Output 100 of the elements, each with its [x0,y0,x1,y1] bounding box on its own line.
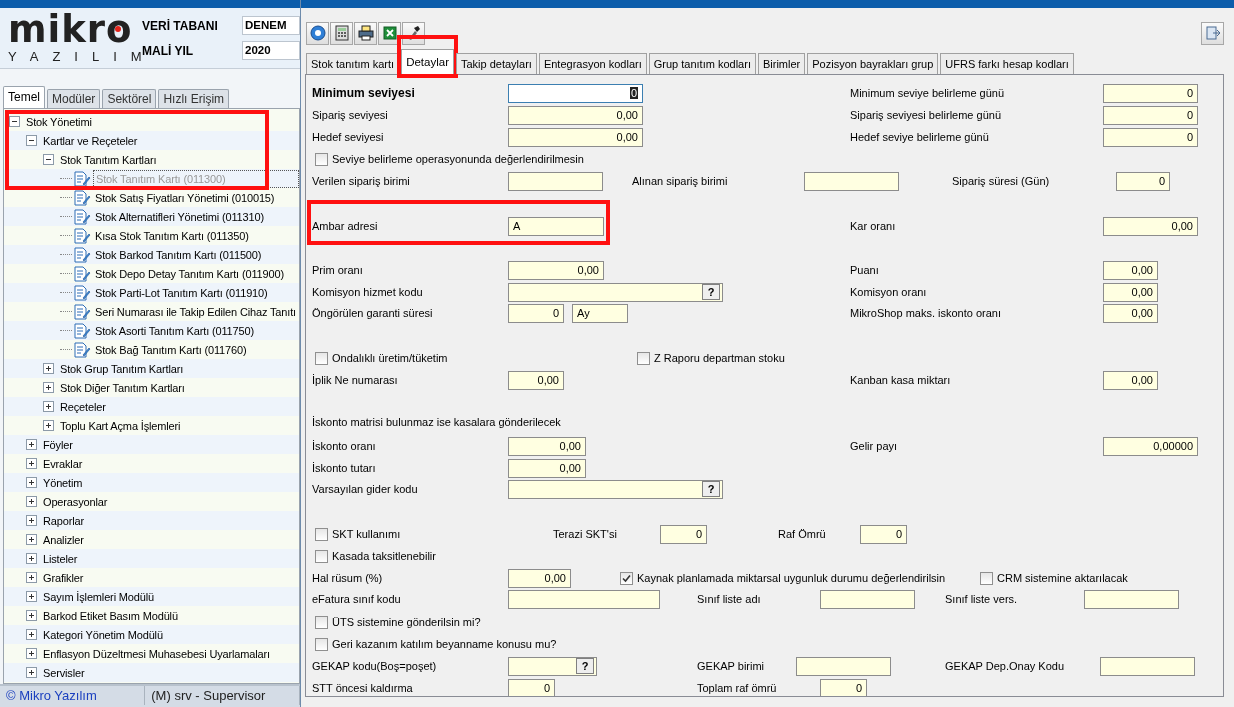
input-field[interactable]: 0 [1116,171,1170,191]
expand-icon[interactable] [26,610,37,621]
tree-item[interactable]: Toplu Kart Açma İşlemleri [58,417,183,434]
checkbox[interactable] [315,549,328,563]
tree-item[interactable]: Stok Bağ Tanıtım Kartı (011760) [93,341,249,358]
input-field[interactable]: 0,00000 [1103,436,1198,456]
input-field[interactable]: 0,00 [1103,370,1158,390]
expand-icon[interactable] [26,515,37,526]
checkbox-label[interactable]: Kaynak planlamada miktarsal uygunluk durumu değerlendirilsin [637,572,946,584]
collapse-icon[interactable] [43,154,54,165]
tree-item[interactable]: Reçeteler [58,398,108,415]
input-field[interactable]: 0,00 [508,370,564,390]
checkbox-label[interactable]: Kasada taksitlenebilir [332,550,436,562]
input-field[interactable]: 0,00 [508,260,604,280]
checkbox[interactable] [315,152,328,166]
input-field[interactable] [508,589,660,609]
year-field[interactable]: 2020 [242,41,300,60]
input-field[interactable] [796,656,891,676]
expand-icon[interactable] [26,458,37,469]
input-field[interactable]: 0 [660,524,707,544]
checkbox[interactable] [315,527,328,541]
expand-icon[interactable] [26,553,37,564]
toolbar-button[interactable] [306,21,329,45]
lookup-field[interactable]: ? [508,656,597,676]
expand-icon[interactable] [26,648,37,659]
input-field[interactable]: 0,00 [508,127,643,147]
lookup-button[interactable]: ? [702,481,720,497]
input-field[interactable]: 0,00 [1103,303,1158,323]
collapse-icon[interactable] [9,116,20,127]
input-field[interactable]: 0 [508,303,564,323]
tree-item[interactable]: Yönetim [41,474,85,491]
checkbox[interactable] [620,571,633,585]
input-field[interactable]: Ay [572,303,628,323]
lookup-field[interactable]: ? [508,479,723,499]
toolbar-button[interactable] [354,21,377,45]
expand-icon[interactable] [26,534,37,545]
tab[interactable]: Grup tanıtım kodları [648,53,756,74]
tab[interactable]: Hızlı Erişim [158,89,230,108]
collapse-icon[interactable] [26,135,37,146]
tree-item[interactable]: Stok Tanıtım Kartları [58,151,159,168]
expand-icon[interactable] [26,667,37,678]
checkbox-label[interactable]: CRM sistemine aktarılacak [997,572,1128,584]
input-field[interactable]: A [508,216,604,236]
tab[interactable]: Stok tanıtım kartı [306,53,400,74]
checkbox[interactable] [980,571,993,585]
expand-icon[interactable] [43,420,54,431]
input-field[interactable]: 0,00 [508,568,571,588]
tree-item[interactable]: Evraklar [41,455,85,472]
tree-item[interactable]: Kısa Stok Tanıtım Kartı (011350) [93,227,251,244]
tree-item[interactable]: Stok Yönetimi [24,113,94,130]
tab[interactable]: Modüler [47,89,101,108]
tree-item[interactable]: Listeler [41,550,80,567]
input-field[interactable]: 0 [508,678,555,696]
lookup-button[interactable]: ? [576,658,594,674]
tab[interactable]: Temel [3,86,45,108]
input-field[interactable]: 0,00 [508,105,643,125]
input-field[interactable] [820,589,915,609]
tree-item[interactable]: Analizler [41,531,86,548]
input-field[interactable]: 0,00 [1103,260,1158,280]
database-field[interactable]: DENEM [242,16,300,35]
expand-icon[interactable] [26,629,37,640]
tree-item[interactable]: Grafikler [41,569,86,586]
checkbox-label[interactable]: SKT kullanımı [332,528,401,540]
tab[interactable]: Birimler [757,53,806,74]
tree-item[interactable]: Föyler [41,436,75,453]
company-link[interactable]: © Mikro Yazılım [0,686,146,705]
input-field[interactable]: 0 [1103,83,1198,103]
checkbox-label[interactable]: Ondalıklı üretim/tüketim [332,352,448,364]
input-field[interactable] [804,171,899,191]
input-field[interactable] [508,171,603,191]
input-field[interactable]: 0 [820,678,867,696]
tree-item[interactable]: Servisler [41,664,87,681]
tab[interactable]: Pozisyon bayrakları grup [807,53,939,74]
expand-icon[interactable] [43,363,54,374]
expand-icon[interactable] [26,439,37,450]
input-field[interactable]: 0,00 [1103,216,1198,236]
input-field[interactable] [1100,656,1195,676]
input-field[interactable]: 0,00 [508,458,586,478]
tab[interactable]: Entegrasyon kodları [538,53,647,74]
tree-item[interactable]: Enflasyon Düzeltmesi Muhasebesi Uyarlamaları [41,645,272,662]
tree-item[interactable]: Raporlar [41,512,86,529]
lookup-field[interactable]: ? [508,282,723,302]
tree-item[interactable]: Stok Satış Fiyatları Yönetimi (010015) [93,189,277,206]
input-field[interactable]: 0 [508,83,643,103]
toolbar-button[interactable] [330,21,353,45]
tab[interactable]: Detaylar [401,49,454,74]
expand-icon[interactable] [43,401,54,412]
checkbox[interactable] [315,615,328,629]
tree-item[interactable]: Stok Depo Detay Tanıtım Kartı (011900) [93,265,286,282]
expand-icon[interactable] [26,477,37,488]
input-field[interactable]: 0,00 [1103,282,1158,302]
lookup-button[interactable]: ? [702,284,720,300]
expand-icon[interactable] [43,382,54,393]
checkbox[interactable] [315,351,328,365]
checkbox-label[interactable]: ÜTS sistemine gönderilsin mi? [332,616,481,628]
expand-icon[interactable] [26,591,37,602]
tree-item[interactable]: Operasyonlar [41,493,110,510]
expand-icon[interactable] [26,572,37,583]
checkbox-label[interactable]: Z Raporu departman stoku [654,352,785,364]
expand-icon[interactable] [26,496,37,507]
